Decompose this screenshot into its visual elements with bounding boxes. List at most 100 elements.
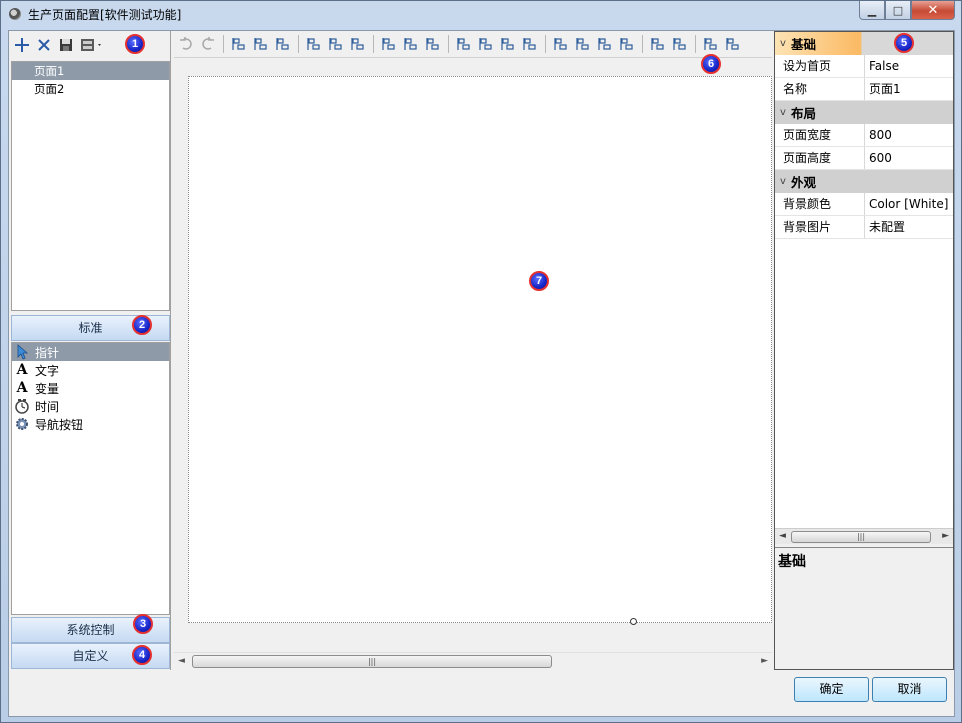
title-bar[interactable]: 生产页面配置[软件测试功能] ▁ □ ✕ (1, 1, 961, 27)
export-dropdown-icon[interactable] (79, 36, 105, 54)
property-category[interactable]: v 基础 (775, 32, 953, 55)
maximize-button[interactable]: □ (885, 1, 911, 20)
scroll-thumb[interactable]: ||| (791, 531, 931, 543)
delete-page-icon[interactable] (35, 36, 53, 54)
send-back-icon[interactable] (670, 34, 690, 54)
property-name: 页面高度 (775, 147, 865, 169)
align-left-icon[interactable] (229, 34, 249, 54)
align-bottom-icon[interactable] (348, 34, 368, 54)
property-panel: v 基础 设为首页 False 名称 页面1 v 布局 页面宽度 800 页面高度 600 v 外观 背景颜… (774, 31, 954, 670)
save-icon[interactable] (57, 36, 75, 54)
property-row[interactable]: 名称 页面1 (775, 78, 953, 101)
redo-icon[interactable] (198, 34, 218, 54)
undo-icon[interactable] (176, 34, 196, 54)
close-button[interactable]: ✕ (911, 1, 955, 20)
page-list-item[interactable]: 页面2 (12, 80, 169, 98)
hspace-decrease-icon[interactable] (498, 34, 518, 54)
toolbox-item[interactable]: A 文字 (12, 361, 169, 379)
scroll-right-icon[interactable]: ► (761, 656, 768, 666)
property-row[interactable]: 页面高度 600 (775, 147, 953, 170)
property-grid: v 基础 设为首页 False 名称 页面1 v 布局 页面宽度 800 页面高度 600 v 外观 背景颜… (775, 32, 953, 544)
property-name: 页面宽度 (775, 124, 865, 146)
toolbox-item[interactable]: 指针 (12, 343, 169, 361)
main-window: 生产页面配置[软件测试功能] ▁ □ ✕ 页面1 页面2 标准 指针 A 文字 … (0, 0, 962, 723)
same-width-icon[interactable] (379, 34, 399, 54)
property-row[interactable]: 背景图片 未配置 (775, 216, 953, 239)
toolbox-item-label: 时间 (35, 399, 60, 414)
property-value[interactable]: 页面1 (865, 78, 953, 100)
text-icon: A (16, 362, 28, 378)
canvas-horizontal-scrollbar[interactable]: ◄ ||| ► (174, 652, 772, 669)
align-middle-icon[interactable] (326, 34, 346, 54)
vspace-increase-icon[interactable] (573, 34, 593, 54)
center-vertical-icon[interactable] (723, 34, 743, 54)
vspace-remove-icon[interactable] (617, 34, 637, 54)
property-row[interactable]: 页面宽度 800 (775, 124, 953, 147)
property-row[interactable]: 背景颜色 Color [White] (775, 193, 953, 216)
property-name: 名称 (775, 78, 865, 100)
design-canvas[interactable] (188, 76, 772, 623)
page-list-item[interactable]: 页面1 (12, 62, 169, 80)
variable-icon: A (16, 380, 28, 396)
property-name: 背景颜色 (775, 193, 865, 215)
toolbar-separator (448, 35, 449, 53)
property-category-label: 基础 (791, 37, 817, 52)
property-value[interactable]: 未配置 (865, 216, 953, 238)
align-center-icon[interactable] (251, 34, 271, 54)
callout-marker-5: 5 (894, 33, 914, 53)
property-value[interactable]: 800 (865, 124, 953, 146)
window-controls: ▁ □ ✕ (859, 1, 955, 20)
cancel-button[interactable]: 取消 (872, 677, 947, 702)
callout-marker-4: 4 (132, 645, 152, 665)
same-height-icon[interactable] (401, 34, 421, 54)
vspace-decrease-icon[interactable] (595, 34, 615, 54)
hspace-equal-icon[interactable] (454, 34, 474, 54)
add-page-icon[interactable] (13, 36, 31, 54)
hspace-remove-icon[interactable] (520, 34, 540, 54)
toolbox-item[interactable]: A 变量 (12, 379, 169, 397)
canvas-resize-handle[interactable] (630, 618, 637, 625)
property-category-label: 外观 (791, 175, 817, 190)
designer-area: ◄ ||| ► (174, 31, 772, 670)
minimize-button[interactable]: ▁ (859, 1, 885, 20)
toolbar-separator (223, 35, 224, 53)
ok-button[interactable]: 确定 (794, 677, 869, 702)
toolbox-item[interactable]: 导航按钮 (12, 415, 169, 433)
scroll-right-icon[interactable]: ► (942, 531, 949, 541)
collapse-chevron-icon[interactable]: v (775, 107, 791, 118)
vspace-equal-icon[interactable] (551, 34, 571, 54)
scroll-left-icon[interactable]: ◄ (779, 531, 786, 541)
property-horizontal-scrollbar[interactable]: ◄ ||| ► (775, 528, 953, 544)
toolbox-item-label: 文字 (35, 363, 60, 378)
scroll-thumb[interactable]: ||| (192, 655, 552, 668)
callout-marker-7: 7 (529, 271, 549, 291)
toolbox-item[interactable]: 时间 (12, 397, 169, 415)
property-category[interactable]: v 外观 (775, 170, 953, 193)
left-panel: 页面1 页面2 标准 指针 A 文字 A 变量 时间 导航按钮 系统控制 自定义 (9, 31, 171, 670)
property-name: 设为首页 (775, 55, 865, 77)
gear-icon (14, 416, 30, 432)
collapse-chevron-icon[interactable]: v (775, 38, 791, 49)
property-description: 基础 (775, 547, 953, 669)
scroll-left-icon[interactable]: ◄ (178, 656, 185, 666)
hspace-increase-icon[interactable] (476, 34, 496, 54)
align-top-icon[interactable] (304, 34, 324, 54)
clock-icon (14, 398, 30, 414)
property-value[interactable]: 600 (865, 147, 953, 169)
toolbar-separator (298, 35, 299, 53)
same-size-icon[interactable] (423, 34, 443, 54)
property-value[interactable]: Color [White] (865, 193, 953, 215)
toolbox-item-label: 变量 (35, 381, 60, 396)
toolbar-separator (545, 35, 546, 53)
toolbar-separator (373, 35, 374, 53)
bring-front-icon[interactable] (648, 34, 668, 54)
app-icon (9, 8, 21, 20)
center-horizontal-icon[interactable] (701, 34, 721, 54)
property-row[interactable]: 设为首页 False (775, 55, 953, 78)
property-value[interactable]: False (865, 55, 953, 77)
toolbox-item-label: 指针 (35, 345, 60, 360)
collapse-chevron-icon[interactable]: v (775, 176, 791, 187)
align-right-icon[interactable] (273, 34, 293, 54)
callout-marker-3: 3 (133, 614, 153, 634)
property-category[interactable]: v 布局 (775, 101, 953, 124)
